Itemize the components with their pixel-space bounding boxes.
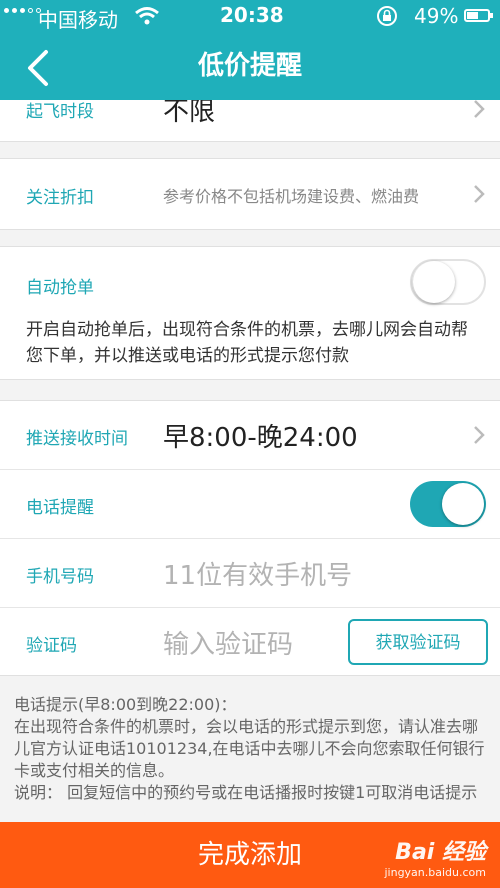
push-time-value: 早8:00-晚24:00 (163, 423, 358, 453)
form-scroll-area[interactable]: 起飞时段 不限 关注折扣 参考价格不包括机场建设费、燃油费 自动抢单 开启自动抢… (0, 100, 500, 822)
tips-note: 说明： 回复短信中的预约号或在电话播报时按键1可取消电话提示 (14, 783, 478, 802)
battery-percent: 49% (414, 4, 459, 28)
discount-row[interactable]: 关注折扣 参考价格不包括机场建设费、燃油费 (0, 159, 500, 229)
phone-alert-row: 电话提醒 (0, 470, 500, 539)
signal-icon (4, 8, 41, 13)
phone-label: 手机号码 (26, 567, 94, 587)
takeoff-card: 起飞时段 不限 (0, 100, 500, 142)
watermark-url: jingyan.baidu.com (384, 866, 486, 879)
battery-icon (464, 9, 493, 22)
toggle-knob (413, 261, 455, 303)
chevron-right-icon (474, 185, 485, 203)
get-code-button[interactable]: 获取验证码 (348, 619, 488, 665)
auto-grab-label: 自动抢单 (26, 278, 94, 298)
discount-note: 参考价格不包括机场建设费、燃油费 (163, 187, 420, 206)
status-bar: 中国移动 20:38 49% (0, 0, 500, 32)
wifi-icon (134, 6, 160, 31)
chevron-right-icon (474, 426, 485, 444)
toggle-knob (442, 483, 484, 525)
auto-grab-description: 开启自动抢单后，出现符合条件的机票，去哪儿网会自动帮您下单，并以推送或电话的形式… (26, 320, 468, 366)
takeoff-label: 起飞时段 (26, 102, 94, 122)
takeoff-value: 不限 (163, 100, 216, 127)
code-row: 验证码 输入验证码 获取验证码 (0, 608, 500, 677)
phone-alert-toggle[interactable] (410, 481, 486, 527)
code-label: 验证码 (26, 636, 77, 656)
rotation-lock-icon (376, 5, 398, 32)
phone-tips: 电话提示(早8:00到晚22:00)： 在出现符合条件的机票时，会以电话的形式提… (14, 694, 486, 804)
tips-title: 电话提示(早8:00到晚22:00)： (14, 695, 237, 714)
auto-grab-toggle[interactable] (410, 259, 486, 305)
push-time-label: 推送接收时间 (26, 429, 128, 449)
chevron-right-icon (474, 100, 485, 118)
auto-grab-card: 自动抢单 开启自动抢单后，出现符合条件的机票，去哪儿网会自动帮您下单，并以推送或… (0, 246, 500, 380)
watermark-logo: Bai 经验 (395, 840, 486, 865)
tips-body: 在出现符合条件的机票时，会以电话的形式提示到您，请认准去哪儿官方认证电话1010… (14, 717, 485, 780)
discount-label: 关注折扣 (26, 188, 94, 208)
bottom-bar: 完成添加 Bai 经验 jingyan.baidu.com (0, 822, 500, 888)
phone-alert-label: 电话提醒 (26, 498, 94, 518)
discount-card: 关注折扣 参考价格不包括机场建设费、燃油费 (0, 158, 500, 230)
notify-card: 推送接收时间 早8:00-晚24:00 电话提醒 手机号码 11位有效手机号 验… (0, 400, 500, 676)
page-title: 低价提醒 (197, 51, 302, 81)
push-time-row[interactable]: 推送接收时间 早8:00-晚24:00 (0, 401, 500, 470)
baidu-watermark: Bai 经验 jingyan.baidu.com (384, 834, 486, 879)
status-time: 20:38 (220, 3, 284, 27)
carrier-name: 中国移动 (38, 8, 118, 32)
code-input[interactable]: 输入验证码 (163, 624, 293, 661)
top-bar: 中国移动 20:38 49% 低价提醒 (0, 0, 500, 100)
phone-row[interactable]: 手机号码 11位有效手机号 (0, 539, 500, 608)
phone-input[interactable]: 11位有效手机号 (163, 555, 352, 592)
takeoff-row[interactable]: 起飞时段 不限 (0, 100, 500, 141)
